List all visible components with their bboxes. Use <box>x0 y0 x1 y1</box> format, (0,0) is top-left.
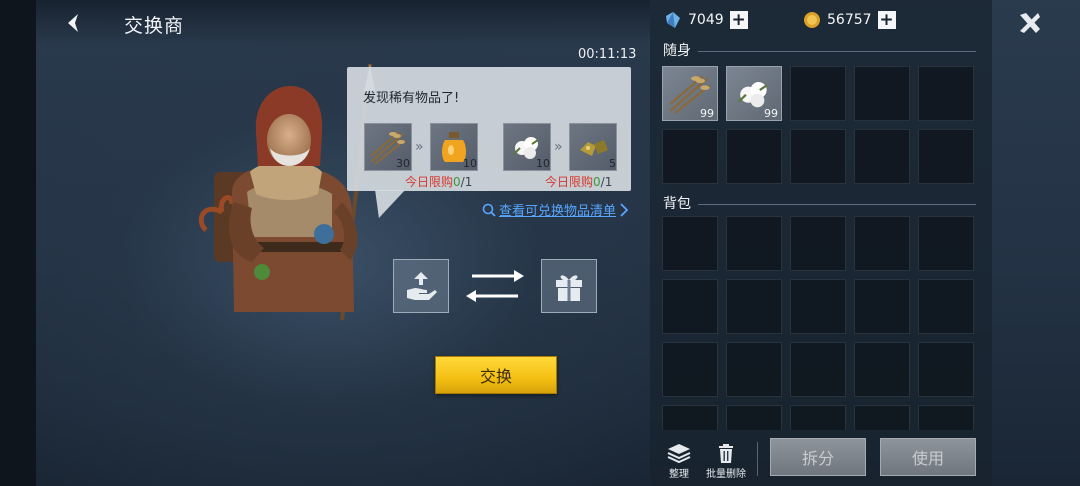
batch-delete-button[interactable]: 批量删除 <box>706 442 746 480</box>
search-icon <box>482 203 496 217</box>
section-divider <box>698 204 976 205</box>
bag-slot-empty[interactable] <box>726 279 782 334</box>
sort-button[interactable]: 整理 <box>666 442 692 480</box>
bag-slot-empty[interactable] <box>790 279 846 334</box>
bag-slot-empty[interactable] <box>918 279 974 334</box>
offer-1-daily-limit: 今日限购0/1 <box>405 173 472 190</box>
refresh-timer: 00:11:13 <box>578 47 637 62</box>
carry-slot-empty[interactable] <box>854 66 910 121</box>
stack-layers-icon <box>667 444 691 464</box>
offer-2-daily-limit: 今日限购0/1 <box>545 173 612 190</box>
receive-item-slot[interactable] <box>541 259 597 313</box>
crystal-amount: 7049 <box>688 12 724 28</box>
slot-count: 99 <box>764 107 778 120</box>
carry-section-title: 随身 <box>663 43 691 59</box>
blue-crystal-icon <box>666 12 680 28</box>
rare-item-bubble: 发现稀有物品了! 30 » 10 今日限购0/1 10 » 5 今日限购0/1 <box>347 67 631 191</box>
bag-slot-empty[interactable] <box>854 342 910 397</box>
crystal-currency: 7049 + <box>664 11 748 29</box>
bag-slot-empty[interactable] <box>918 216 974 271</box>
add-crystal-button[interactable]: + <box>729 11 748 29</box>
carry-slot-empty[interactable] <box>918 66 974 121</box>
split-button[interactable]: 拆分 <box>770 438 866 476</box>
carry-slot[interactable]: 99 <box>662 66 718 121</box>
screen-edge <box>0 0 36 486</box>
bag-slot-empty[interactable] <box>662 342 718 397</box>
gold-coin-icon <box>804 12 820 28</box>
bag-slot-empty[interactable] <box>790 342 846 397</box>
page-title: 交换商 <box>124 15 185 37</box>
carry-slot-empty[interactable] <box>918 129 974 184</box>
use-button[interactable]: 使用 <box>880 438 976 476</box>
bag-slot-empty[interactable] <box>854 216 910 271</box>
offer-2-get-qty: 5 <box>609 157 616 170</box>
view-list-label: 查看可兑换物品清单 <box>499 204 617 219</box>
bag-slot-empty[interactable] <box>662 405 718 430</box>
bag-slot-empty[interactable] <box>790 216 846 271</box>
bag-slot-empty[interactable] <box>854 279 910 334</box>
bag-slot-empty[interactable] <box>726 216 782 271</box>
bag-slot-empty[interactable] <box>662 216 718 271</box>
carry-grid: 99 99 <box>662 66 974 184</box>
carry-slot-empty[interactable] <box>854 129 910 184</box>
back-button[interactable] <box>58 8 90 38</box>
bag-slot-empty[interactable] <box>662 279 718 334</box>
trash-icon <box>719 444 733 463</box>
bag-slot-empty[interactable] <box>790 405 846 430</box>
give-item-slot[interactable] <box>393 259 449 313</box>
hand-upload-icon <box>407 272 437 300</box>
bag-slot-empty[interactable] <box>918 405 974 430</box>
swap-arrows-icon <box>466 270 524 302</box>
carry-slot[interactable]: 99 <box>726 66 782 121</box>
view-exchange-list-link[interactable]: 查看可兑换物品清单 <box>482 200 629 219</box>
bag-slot-empty[interactable] <box>726 405 782 430</box>
gift-box-icon <box>556 275 582 301</box>
carry-slot-empty[interactable] <box>726 129 782 184</box>
offer-2-give-qty: 10 <box>536 157 550 170</box>
bag-section-title: 背包 <box>663 196 691 212</box>
bag-slot-empty[interactable] <box>918 342 974 397</box>
offer-1-give-qty: 30 <box>396 157 410 170</box>
bubble-message: 发现稀有物品了! <box>363 91 460 106</box>
limit-used: 0 <box>593 175 601 189</box>
bag-scroll-area[interactable] <box>662 216 978 430</box>
gold-currency: 56757 + <box>803 11 896 29</box>
bag-slot-empty[interactable] <box>854 405 910 430</box>
limit-total: /1 <box>460 175 473 189</box>
exchange-button[interactable]: 交换 <box>435 356 557 394</box>
close-icon[interactable] <box>1016 9 1044 37</box>
carry-slot-empty[interactable] <box>790 129 846 184</box>
chevron-right-icon <box>620 202 629 217</box>
double-chevron-icon: » <box>554 139 562 155</box>
sort-label: 整理 <box>669 469 689 480</box>
limit-total: /1 <box>600 175 613 189</box>
bag-slot-empty[interactable] <box>726 342 782 397</box>
add-gold-button[interactable]: + <box>877 11 896 29</box>
back-arrow-icon <box>68 14 78 32</box>
gold-amount: 56757 <box>827 12 872 28</box>
bag-grid <box>662 216 978 430</box>
offer-1-get-qty: 10 <box>463 157 477 170</box>
limit-used: 0 <box>453 175 461 189</box>
carry-slot-empty[interactable] <box>790 66 846 121</box>
carry-slot-empty[interactable] <box>662 129 718 184</box>
toolbar-divider <box>757 442 758 476</box>
batch-delete-label: 批量删除 <box>706 469 746 480</box>
section-divider <box>698 51 976 52</box>
double-chevron-icon: » <box>415 139 423 155</box>
slot-count: 99 <box>700 107 714 120</box>
limit-label: 今日限购 <box>545 175 594 189</box>
limit-label: 今日限购 <box>405 175 454 189</box>
